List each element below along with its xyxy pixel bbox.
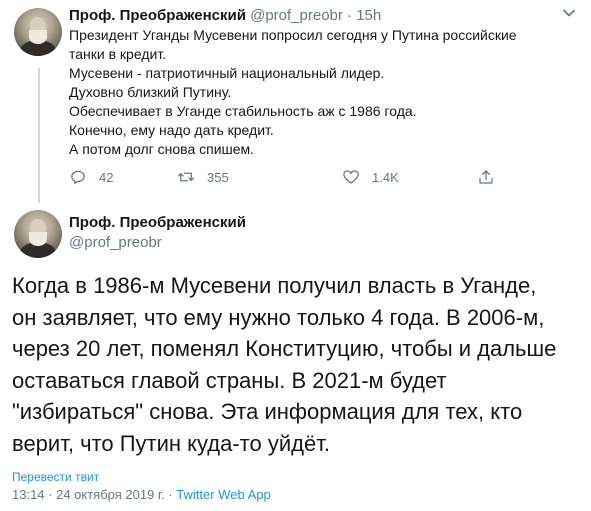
thread-connector-line xyxy=(38,68,40,203)
reply-count: 42 xyxy=(99,169,114,185)
retweet-icon xyxy=(177,172,195,182)
tweet1-actions: 42 355 1.4K xyxy=(69,168,509,192)
reply-button[interactable]: 42 xyxy=(69,168,113,186)
header-separator: · xyxy=(347,7,353,24)
tweet-metadata: 13:14 · 24 октября 2019 г. · Twitter Web… xyxy=(12,486,271,504)
tweet-time[interactable]: 15h xyxy=(356,7,381,24)
retweet-count: 355 xyxy=(207,169,229,185)
avatar-beard xyxy=(29,30,47,44)
tweet-text-line: А потом долг снова спишем. xyxy=(69,141,255,157)
author-name[interactable]: Проф. Преображенский xyxy=(69,213,246,233)
tweet-text-line: верит, что Путин куда-то уйдёт. xyxy=(12,430,330,456)
tweet1-text: Президент Уганды Мусевени попросил сегод… xyxy=(69,26,569,159)
tweet-text-line: он заявляет, что ему нужно только 4 года… xyxy=(12,304,545,330)
like-count: 1.4K xyxy=(372,169,399,185)
author-handle[interactable]: @prof_preobr xyxy=(250,7,343,24)
tweet2-text: Когда в 1986-м Мусевени получил власть в… xyxy=(12,270,582,459)
share-icon xyxy=(479,170,493,184)
translate-tweet-link[interactable]: Перевести твит xyxy=(12,469,99,485)
share-button[interactable] xyxy=(477,168,507,186)
tweet-text-line: через 20 лет, поменял Конституцию, чтобы… xyxy=(12,336,557,361)
meta-separator: · xyxy=(168,487,173,502)
chevron-down-icon[interactable] xyxy=(562,6,576,20)
heart-icon xyxy=(343,170,359,184)
author-avatar[interactable] xyxy=(14,210,62,258)
tweet-text-line: Когда в 1986-м Мусевени получил власть в… xyxy=(12,273,537,298)
tweet-text-line: Обеспечивает в Уганде стабильность аж с … xyxy=(69,103,417,119)
tweet-text-line: танки в кредит. xyxy=(69,46,167,62)
tweet-text-line: оставаться главой страны. В 2021-м будет xyxy=(12,367,447,393)
retweet-button[interactable]: 355 xyxy=(177,168,229,186)
tweet1-header: Проф. Преображенский @prof_preobr · 15h xyxy=(69,6,381,26)
tweet-text-line: "избираться" снова. Эта информация для т… xyxy=(12,399,523,424)
author-avatar[interactable] xyxy=(14,8,62,56)
tweet-timestamp[interactable]: 13:14 · 24 октября 2019 г. xyxy=(12,487,165,502)
tweet-text-line: Конечно, ему надо дать кредит. xyxy=(69,122,274,138)
avatar-beard xyxy=(29,232,47,246)
author-handle[interactable]: @prof_preobr xyxy=(69,233,162,253)
reply-icon xyxy=(71,170,85,185)
tweet-text-line: Мусевени - патриотичный национальный лид… xyxy=(69,65,385,81)
tweet-source-link[interactable]: Twitter Web App xyxy=(176,487,270,502)
tweet-text-line: Духовно близкий Путину. xyxy=(69,84,232,100)
like-button[interactable]: 1.4K xyxy=(342,168,399,186)
tweet-text-line: Президент Уганды Мусевени попросил сегод… xyxy=(69,27,517,43)
author-name[interactable]: Проф. Преображенский xyxy=(69,7,246,24)
